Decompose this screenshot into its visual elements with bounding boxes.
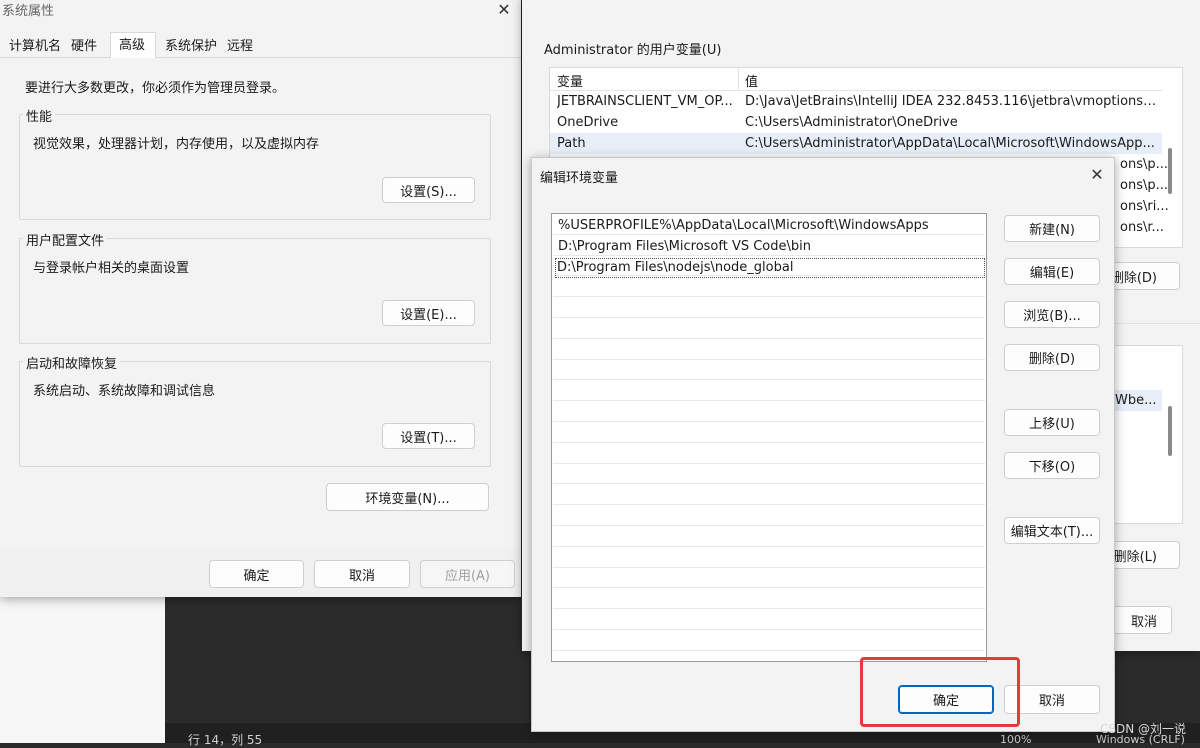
close-icon[interactable]: ✕ — [1089, 167, 1105, 183]
performance-legend: 性能 — [23, 106, 56, 125]
row-fragment: ons\r... — [1120, 220, 1164, 235]
editor-status-zoom: 100% — [1000, 733, 1032, 746]
list-row-line — [553, 568, 985, 589]
tab-advanced[interactable]: 高级 — [110, 32, 157, 59]
table-row[interactable]: OneDrive C:\Users\Administrator\OneDrive — [550, 112, 1182, 133]
list-item-selected[interactable]: D:\Program Files\nodejs\node_global — [557, 258, 793, 278]
edit-text-button[interactable]: 编辑文本(T)... — [1004, 517, 1100, 544]
var-value: Wbe... — [1115, 393, 1157, 408]
move-down-button[interactable]: 下移(O) — [1004, 452, 1100, 479]
edit-env-var-dialog: 编辑环境变量 ✕ %USERPROFILE%\AppData\Local\Mic… — [531, 157, 1115, 732]
list-row-line — [553, 505, 985, 526]
performance-group — [19, 114, 491, 220]
apply-button[interactable]: 应用(A) — [420, 560, 515, 588]
list-row-line — [553, 526, 985, 547]
user-profiles-settings-button[interactable]: 设置(E)... — [382, 300, 475, 326]
editor-left-panel — [0, 595, 165, 743]
list-row-line — [553, 318, 985, 339]
browse-button[interactable]: 浏览(B)... — [1004, 301, 1100, 328]
environment-variables-button[interactable]: 环境变量(N)... — [326, 483, 489, 511]
ok-button[interactable]: 确定 — [209, 560, 304, 588]
list-row-line — [553, 401, 985, 422]
move-up-button[interactable]: 上移(U) — [1004, 409, 1100, 436]
list-row-line — [553, 422, 985, 443]
scrollbar-thumb[interactable] — [1168, 148, 1172, 194]
user-profiles-group — [19, 238, 491, 344]
row-fragment: ons\p... — [1120, 178, 1168, 193]
list-row-line — [553, 443, 985, 464]
list-item[interactable]: %USERPROFILE%\AppData\Local\Microsoft\Wi… — [558, 216, 929, 236]
new-button[interactable]: 新建(N) — [1004, 215, 1100, 242]
var-name: JETBRAINSCLIENT_VM_OP... — [557, 94, 733, 109]
dialog-title: 编辑环境变量 — [540, 171, 619, 186]
edit-button[interactable]: 编辑(E) — [1004, 258, 1100, 285]
user-profiles-legend: 用户配置文件 — [23, 230, 108, 249]
performance-desc: 视觉效果，处理器计划，内存使用，以及虚拟内存 — [33, 137, 320, 152]
var-value: C:\Users\Administrator\OneDrive — [745, 115, 958, 130]
var-value: C:\Users\Administrator\AppData\Local\Mic… — [745, 136, 1155, 151]
highlight-box — [860, 657, 1020, 727]
tab-remote[interactable]: 远程 — [223, 36, 257, 58]
list-row-line — [553, 609, 985, 630]
list-row-line — [553, 484, 985, 506]
list-row-line — [553, 297, 985, 318]
performance-settings-button[interactable]: 设置(S)... — [382, 177, 475, 203]
list-item[interactable]: D:\Program Files\Microsoft VS Code\bin — [558, 237, 811, 257]
scrollbar-thumb[interactable] — [1168, 406, 1172, 456]
window-title: 系统属性 — [2, 4, 55, 19]
startup-legend: 启动和故障恢复 — [23, 353, 121, 372]
table-row[interactable]: JETBRAINSCLIENT_VM_OP... D:\Java\JetBrai… — [550, 91, 1182, 112]
tab-system-protection[interactable]: 系统保护 — [161, 36, 221, 58]
table-row[interactable]: Path C:\Users\Administrator\AppData\Loca… — [550, 133, 1162, 154]
cancel-button[interactable]: 取消 — [314, 560, 410, 588]
row-fragment: ons\ri... — [1120, 199, 1169, 214]
var-name: OneDrive — [557, 115, 619, 130]
user-vars-label: Administrator 的用户变量(U) — [544, 43, 722, 58]
list-row-line — [553, 630, 985, 651]
list-header: 变量 值 — [550, 68, 1162, 91]
var-name: Path — [557, 136, 586, 151]
list-row-line — [553, 276, 985, 298]
column-header-name[interactable]: 变量 — [557, 71, 737, 91]
column-divider — [738, 68, 739, 90]
list-row-line — [553, 339, 985, 360]
editor-status-position: 行 14，列 55 — [188, 733, 263, 747]
list-row-line — [553, 380, 985, 402]
user-profiles-desc: 与登录帐户相关的桌面设置 — [33, 261, 190, 276]
delete-button[interactable]: 删除(D) — [1004, 344, 1100, 371]
tab-computer-name[interactable]: 计算机名 — [5, 36, 65, 58]
list-row-line — [553, 360, 985, 381]
watermark: CSDN @刘一说 — [1100, 722, 1187, 736]
startup-settings-button[interactable]: 设置(T)... — [382, 423, 475, 449]
system-properties-window: 系统属性 ✕ 计算机名 硬件 高级 系统保护 远程 要进行大多数更改，你必须作为… — [0, 0, 521, 597]
column-header-value[interactable]: 值 — [745, 71, 1145, 91]
var-value: D:\Java\JetBrains\IntelliJ IDEA 232.8453… — [745, 94, 1160, 109]
startup-desc: 系统启动、系统故障和调试信息 — [33, 384, 216, 399]
close-icon[interactable]: ✕ — [496, 2, 512, 18]
tab-hardware[interactable]: 硬件 — [67, 36, 101, 58]
admin-notice: 要进行大多数更改，你必须作为管理员登录。 — [25, 81, 286, 96]
list-row-line — [553, 547, 985, 568]
list-row-line — [553, 588, 985, 610]
path-entries-list[interactable]: %USERPROFILE%\AppData\Local\Microsoft\Wi… — [551, 213, 987, 662]
row-fragment: ons\p... — [1120, 157, 1168, 172]
startup-group — [19, 361, 491, 467]
list-row-line — [553, 464, 985, 485]
